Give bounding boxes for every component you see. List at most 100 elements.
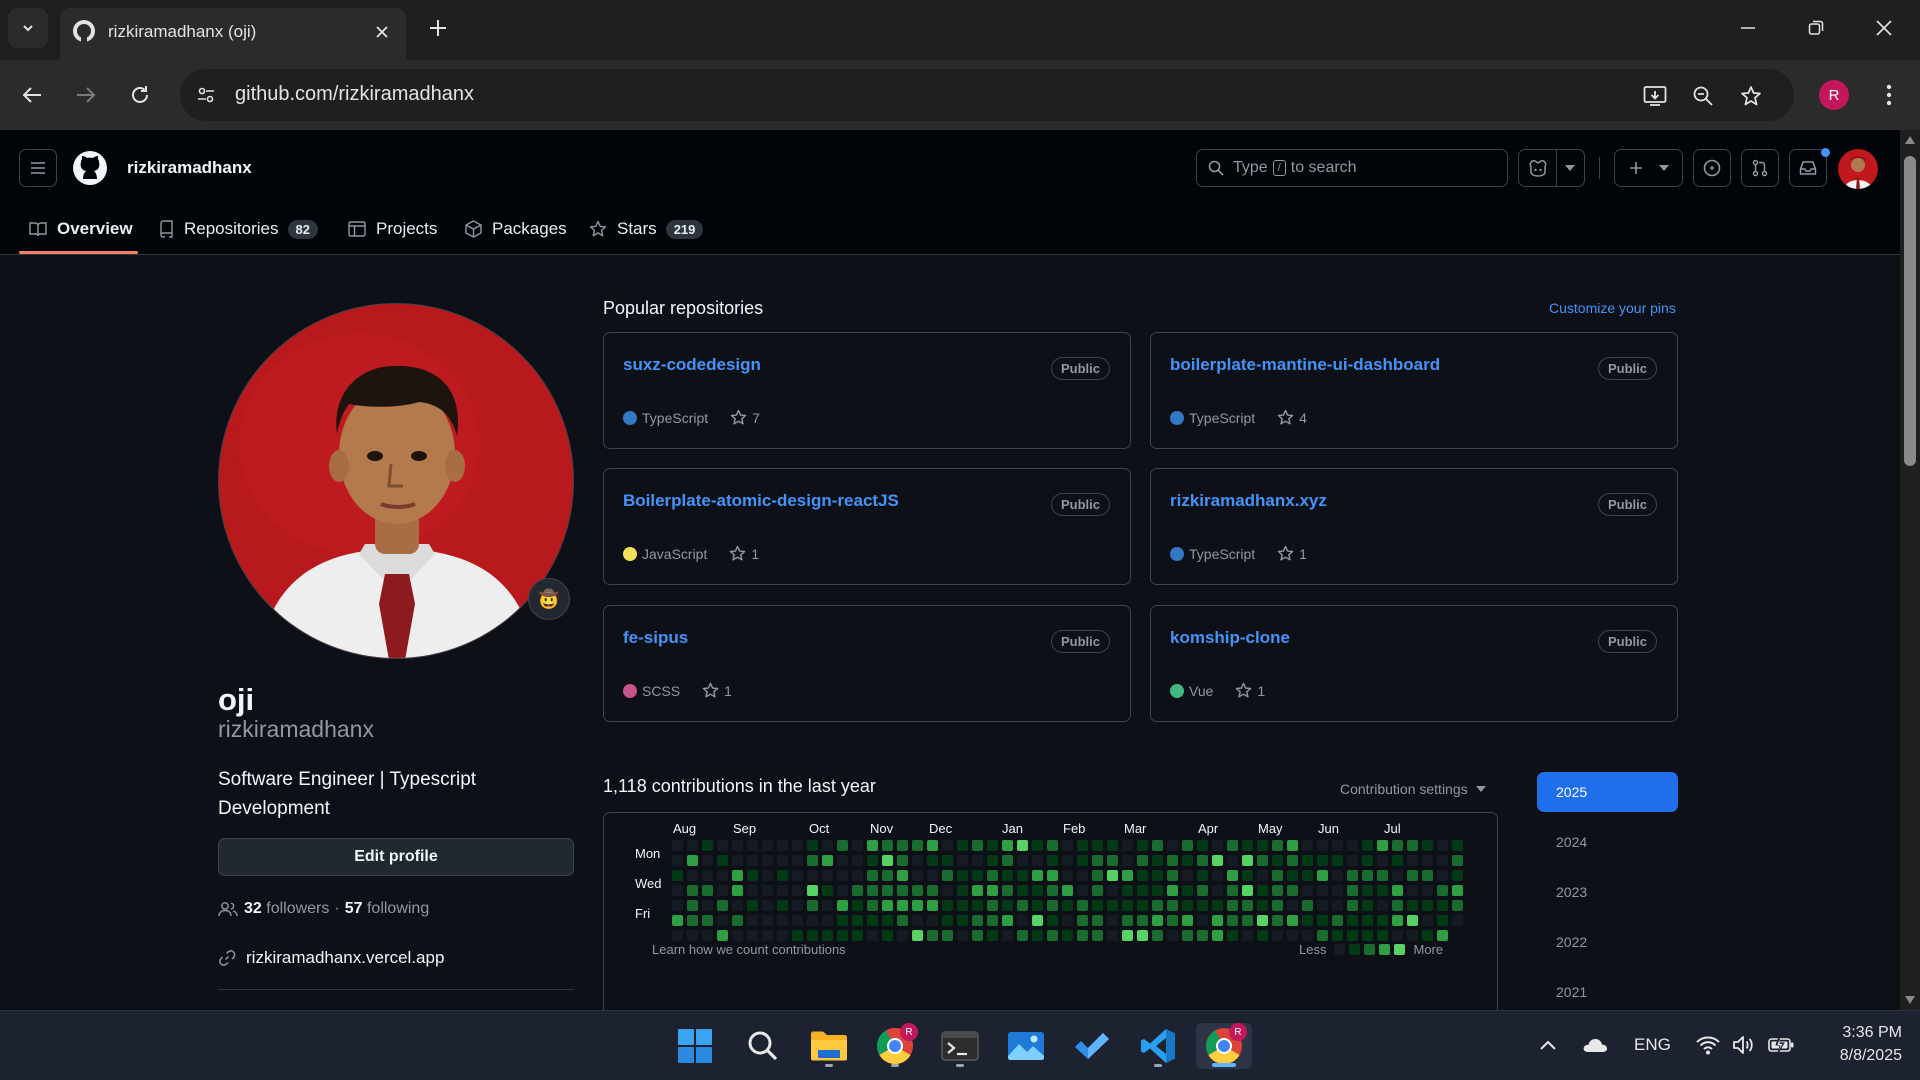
contribution-day[interactable] bbox=[792, 930, 803, 941]
website-link[interactable]: rizkiramadhanx.vercel.app bbox=[246, 948, 444, 968]
contribution-day[interactable] bbox=[672, 840, 683, 851]
contribution-day[interactable] bbox=[702, 900, 713, 911]
contribution-day[interactable] bbox=[837, 870, 848, 881]
contribution-day[interactable] bbox=[957, 840, 968, 851]
contribution-day[interactable] bbox=[822, 870, 833, 881]
contribution-day[interactable] bbox=[1032, 870, 1043, 881]
contribution-day[interactable] bbox=[1242, 870, 1253, 881]
contribution-day[interactable] bbox=[807, 900, 818, 911]
year-2023-button[interactable]: 2023 bbox=[1537, 872, 1678, 912]
contribution-day[interactable] bbox=[807, 915, 818, 926]
contribution-day[interactable] bbox=[747, 840, 758, 851]
contribution-day[interactable] bbox=[1152, 915, 1163, 926]
contribution-day[interactable] bbox=[942, 870, 953, 881]
contribution-day[interactable] bbox=[1347, 870, 1358, 881]
contribution-day[interactable] bbox=[1437, 900, 1448, 911]
contribution-day[interactable] bbox=[1182, 900, 1193, 911]
contribution-day[interactable] bbox=[1302, 885, 1313, 896]
contribution-day[interactable] bbox=[1422, 900, 1433, 911]
contribution-day[interactable] bbox=[1437, 840, 1448, 851]
contribution-day[interactable] bbox=[732, 900, 743, 911]
year-2021-button[interactable]: 2021 bbox=[1537, 972, 1678, 1010]
contribution-day[interactable] bbox=[1302, 840, 1313, 851]
forward-icon[interactable] bbox=[70, 79, 102, 111]
chrome-app-active[interactable]: R bbox=[1196, 1023, 1252, 1069]
clock[interactable]: 3:36 PM 8/8/2025 bbox=[1812, 1021, 1902, 1067]
contribution-day[interactable] bbox=[1167, 870, 1178, 881]
contribution-day[interactable] bbox=[777, 915, 788, 926]
contribution-day[interactable] bbox=[1227, 930, 1238, 941]
contribution-day[interactable] bbox=[1437, 915, 1448, 926]
contribution-day[interactable] bbox=[1392, 915, 1403, 926]
contribution-day[interactable] bbox=[972, 855, 983, 866]
contribution-day[interactable] bbox=[747, 930, 758, 941]
contribution-day[interactable] bbox=[837, 900, 848, 911]
contribution-day[interactable] bbox=[1242, 900, 1253, 911]
contribution-day[interactable] bbox=[1242, 930, 1253, 941]
contribution-day[interactable] bbox=[1227, 870, 1238, 881]
contribution-day[interactable] bbox=[1182, 855, 1193, 866]
contribution-day[interactable] bbox=[702, 915, 713, 926]
contribution-day[interactable] bbox=[822, 915, 833, 926]
contribution-day[interactable] bbox=[912, 855, 923, 866]
contribution-day[interactable] bbox=[732, 855, 743, 866]
contribution-day[interactable] bbox=[1062, 870, 1073, 881]
contribution-day[interactable] bbox=[1047, 885, 1058, 896]
contribution-day[interactable] bbox=[672, 930, 683, 941]
contribution-day[interactable] bbox=[762, 930, 773, 941]
contribution-day[interactable] bbox=[732, 840, 743, 851]
contribution-day[interactable] bbox=[897, 870, 908, 881]
contribution-day[interactable] bbox=[972, 900, 983, 911]
contribution-day[interactable] bbox=[1332, 900, 1343, 911]
contribution-day[interactable] bbox=[1092, 855, 1103, 866]
contribution-day[interactable] bbox=[1167, 930, 1178, 941]
contribution-day[interactable] bbox=[1272, 900, 1283, 911]
contribution-day[interactable] bbox=[1212, 900, 1223, 911]
contribution-day[interactable] bbox=[1272, 915, 1283, 926]
contribution-day[interactable] bbox=[1197, 885, 1208, 896]
taskbar-search-button[interactable] bbox=[740, 1023, 786, 1069]
contribution-day[interactable] bbox=[732, 915, 743, 926]
copilot-button[interactable] bbox=[1518, 149, 1585, 187]
scrollbar-thumb[interactable] bbox=[1904, 156, 1916, 466]
global-menu-button[interactable] bbox=[19, 149, 57, 187]
contribution-day[interactable] bbox=[1122, 930, 1133, 941]
contribution-day[interactable] bbox=[837, 915, 848, 926]
contribution-day[interactable] bbox=[1227, 915, 1238, 926]
contribution-day[interactable] bbox=[972, 930, 983, 941]
contribution-day[interactable] bbox=[807, 870, 818, 881]
contribution-day[interactable] bbox=[912, 930, 923, 941]
contribution-day[interactable] bbox=[1287, 870, 1298, 881]
contribution-day[interactable] bbox=[1047, 915, 1058, 926]
contribution-day[interactable] bbox=[897, 900, 908, 911]
contribution-day[interactable] bbox=[1077, 885, 1088, 896]
contribution-day[interactable] bbox=[1272, 855, 1283, 866]
contribution-day[interactable] bbox=[792, 870, 803, 881]
contribution-day[interactable] bbox=[792, 900, 803, 911]
close-window-icon[interactable] bbox=[1866, 14, 1902, 42]
contribution-day[interactable] bbox=[1137, 915, 1148, 926]
contribution-day[interactable] bbox=[1107, 915, 1118, 926]
contribution-day[interactable] bbox=[1002, 840, 1013, 851]
contribution-day[interactable] bbox=[1197, 915, 1208, 926]
contribution-day[interactable] bbox=[1032, 840, 1043, 851]
contribution-day[interactable] bbox=[927, 885, 938, 896]
contribution-day[interactable] bbox=[792, 840, 803, 851]
contribution-day[interactable] bbox=[1407, 855, 1418, 866]
file-explorer-app[interactable] bbox=[806, 1023, 852, 1069]
contribution-day[interactable] bbox=[717, 870, 728, 881]
contribution-day[interactable] bbox=[1107, 870, 1118, 881]
contribution-day[interactable] bbox=[882, 900, 893, 911]
contribution-day[interactable] bbox=[942, 900, 953, 911]
contribution-day[interactable] bbox=[1272, 840, 1283, 851]
contribution-day[interactable] bbox=[762, 915, 773, 926]
contribution-day[interactable] bbox=[687, 885, 698, 896]
contribution-day[interactable] bbox=[1122, 870, 1133, 881]
contribution-day[interactable] bbox=[912, 840, 923, 851]
wifi-icon[interactable] bbox=[1694, 1031, 1722, 1059]
contribution-day[interactable] bbox=[1227, 855, 1238, 866]
contribution-day[interactable] bbox=[1092, 885, 1103, 896]
contribution-day[interactable] bbox=[762, 900, 773, 911]
contribution-day[interactable] bbox=[1092, 915, 1103, 926]
contribution-day[interactable] bbox=[1407, 840, 1418, 851]
